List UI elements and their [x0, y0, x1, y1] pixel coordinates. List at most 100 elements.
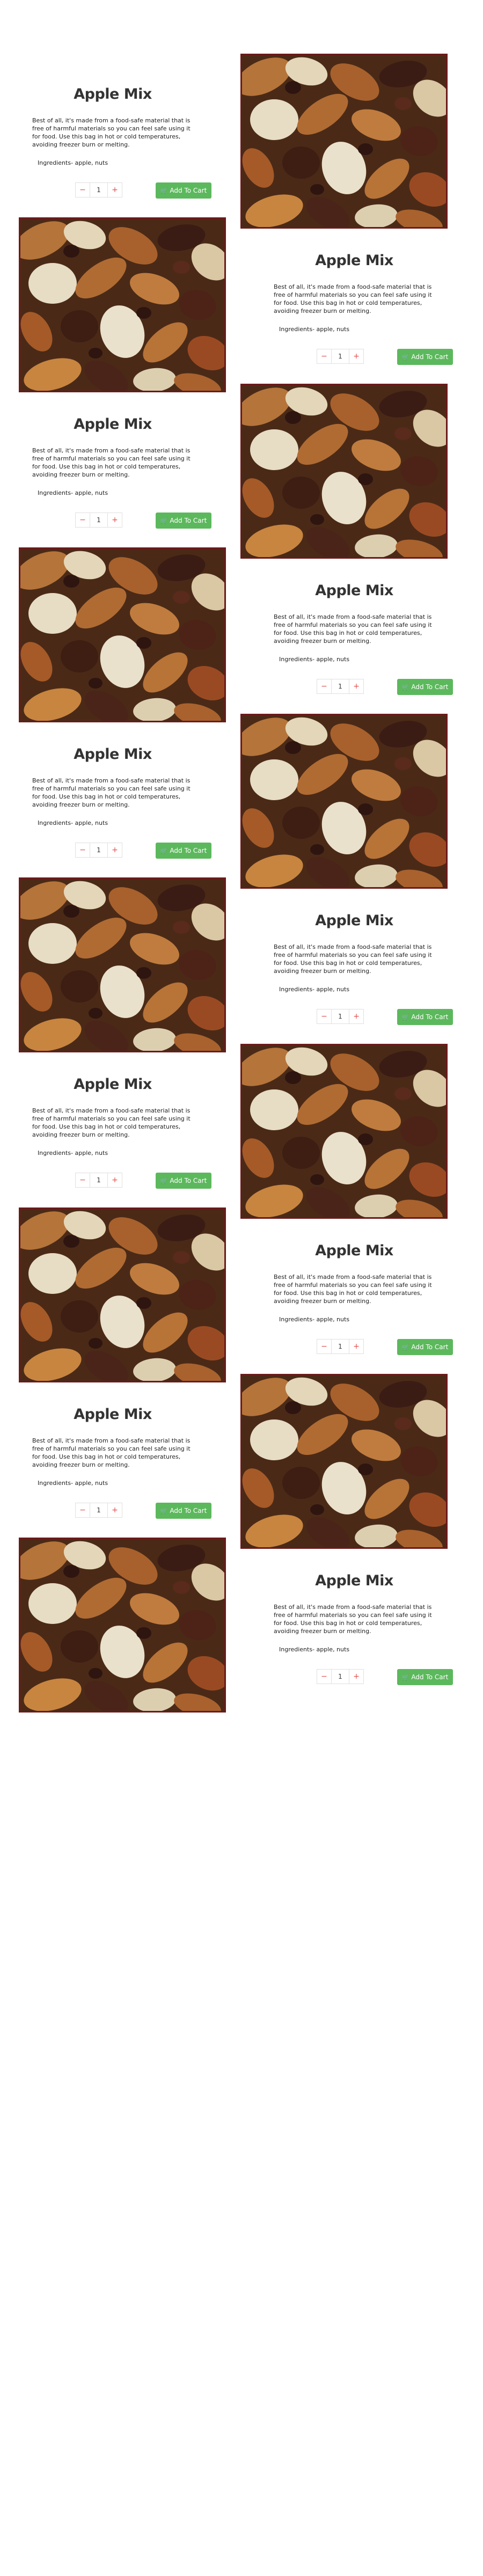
- product-image: [240, 1044, 448, 1219]
- product-title: Apple Mix: [74, 1076, 152, 1093]
- add-to-cart-label: Add To Cart: [411, 1343, 449, 1351]
- purchase-controls: − 1 + 🛒 Add To Cart: [32, 182, 211, 199]
- shopping-cart-icon: 🛒: [401, 1674, 409, 1681]
- quantity-input[interactable]: 1: [90, 1173, 107, 1188]
- product-description: Best of all, it's made from a food-safe …: [274, 283, 432, 314]
- product-ingredients: Ingredients- apple, nuts: [38, 819, 108, 826]
- decrease-quantity-button[interactable]: −: [75, 1503, 90, 1518]
- increase-quantity-button[interactable]: +: [107, 843, 122, 858]
- quantity-stepper: − 1 +: [75, 513, 122, 528]
- product-info: Apple Mix Best of all, it's made from a …: [32, 746, 211, 859]
- product-info: Apple Mix Best of all, it's made from a …: [32, 1406, 211, 1519]
- product-card: Apple Mix Best of all, it's made from a …: [0, 1532, 483, 1725]
- decrease-quantity-button[interactable]: −: [75, 843, 90, 858]
- product-image: [19, 1538, 226, 1713]
- shopping-cart-icon: 🛒: [401, 684, 409, 691]
- decrease-quantity-button[interactable]: −: [75, 1173, 90, 1188]
- product-info: Apple Mix Best of all, it's made from a …: [32, 416, 211, 529]
- quantity-stepper: − 1 +: [75, 1503, 122, 1518]
- quantity-input[interactable]: 1: [90, 843, 107, 858]
- product-info: Apple Mix Best of all, it's made from a …: [274, 1572, 453, 1685]
- quantity-input[interactable]: 1: [90, 513, 107, 528]
- product-description: Best of all, it's made from a food-safe …: [32, 117, 191, 148]
- purchase-controls: − 1 + 🛒 Add To Cart: [274, 1669, 453, 1685]
- increase-quantity-button[interactable]: +: [349, 1009, 364, 1024]
- decrease-quantity-button[interactable]: −: [317, 1009, 332, 1024]
- add-to-cart-button[interactable]: 🛒 Add To Cart: [397, 349, 453, 365]
- decrease-quantity-button[interactable]: −: [317, 349, 332, 364]
- product-image: [240, 714, 448, 889]
- add-to-cart-button[interactable]: 🛒 Add To Cart: [397, 1009, 453, 1025]
- product-info: Apple Mix Best of all, it's made from a …: [274, 582, 453, 695]
- trail-mix-photo: [20, 1209, 224, 1381]
- trail-mix-photo: [242, 385, 446, 557]
- increase-quantity-button[interactable]: +: [349, 1339, 364, 1354]
- product-card: Apple Mix Best of all, it's made from a …: [0, 1202, 483, 1395]
- product-title: Apple Mix: [74, 746, 152, 763]
- add-to-cart-button[interactable]: 🛒 Add To Cart: [156, 513, 211, 529]
- product-ingredients: Ingredients- apple, nuts: [279, 656, 350, 663]
- shopping-cart-icon: 🛒: [160, 187, 168, 194]
- product-image: [240, 1374, 448, 1549]
- quantity-stepper: − 1 +: [317, 1669, 364, 1684]
- purchase-controls: − 1 + 🛒 Add To Cart: [32, 513, 211, 529]
- purchase-controls: − 1 + 🛒 Add To Cart: [274, 1339, 453, 1355]
- add-to-cart-label: Add To Cart: [170, 847, 207, 854]
- shopping-cart-icon: 🛒: [401, 1344, 409, 1351]
- decrease-quantity-button[interactable]: −: [75, 513, 90, 528]
- product-description: Best of all, it's made from a food-safe …: [32, 777, 191, 808]
- add-to-cart-button[interactable]: 🛒 Add To Cart: [397, 1339, 453, 1355]
- quantity-input[interactable]: 1: [90, 1503, 107, 1518]
- shopping-cart-icon: 🛒: [160, 847, 168, 854]
- product-title: Apple Mix: [315, 1572, 393, 1589]
- shopping-cart-icon: 🛒: [160, 517, 168, 524]
- increase-quantity-button[interactable]: +: [107, 182, 122, 197]
- product-info: Apple Mix Best of all, it's made from a …: [274, 252, 453, 365]
- increase-quantity-button[interactable]: +: [349, 349, 364, 364]
- decrease-quantity-button[interactable]: −: [317, 1669, 332, 1684]
- quantity-input[interactable]: 1: [332, 679, 349, 694]
- product-ingredients: Ingredients- apple, nuts: [279, 326, 350, 333]
- add-to-cart-label: Add To Cart: [170, 1177, 207, 1184]
- product-title: Apple Mix: [315, 582, 393, 599]
- quantity-stepper: − 1 +: [75, 182, 122, 197]
- add-to-cart-label: Add To Cart: [411, 1013, 449, 1021]
- decrease-quantity-button[interactable]: −: [317, 1339, 332, 1354]
- trail-mix-photo: [242, 1045, 446, 1217]
- add-to-cart-label: Add To Cart: [170, 187, 207, 194]
- product-title: Apple Mix: [74, 1406, 152, 1423]
- product-card: Apple Mix Best of all, it's made from a …: [0, 872, 483, 1065]
- increase-quantity-button[interactable]: +: [349, 1669, 364, 1684]
- add-to-cart-button[interactable]: 🛒 Add To Cart: [156, 1503, 211, 1519]
- product-description: Best of all, it's made from a food-safe …: [32, 1437, 191, 1468]
- quantity-input[interactable]: 1: [332, 349, 349, 364]
- increase-quantity-button[interactable]: +: [349, 679, 364, 694]
- product-image: [240, 384, 448, 559]
- product-info: Apple Mix Best of all, it's made from a …: [274, 912, 453, 1025]
- add-to-cart-button[interactable]: 🛒 Add To Cart: [397, 1669, 453, 1685]
- quantity-input[interactable]: 1: [90, 182, 107, 197]
- add-to-cart-button[interactable]: 🛒 Add To Cart: [397, 679, 453, 695]
- product-info: Apple Mix Best of all, it's made from a …: [274, 1242, 453, 1355]
- increase-quantity-button[interactable]: +: [107, 1173, 122, 1188]
- product-title: Apple Mix: [315, 1242, 393, 1259]
- quantity-input[interactable]: 1: [332, 1339, 349, 1354]
- increase-quantity-button[interactable]: +: [107, 513, 122, 528]
- decrease-quantity-button[interactable]: −: [317, 679, 332, 694]
- product-image: [19, 1208, 226, 1382]
- quantity-input[interactable]: 1: [332, 1669, 349, 1684]
- add-to-cart-button[interactable]: 🛒 Add To Cart: [156, 843, 211, 859]
- add-to-cart-label: Add To Cart: [411, 683, 449, 691]
- product-ingredients: Ingredients- apple, nuts: [38, 489, 108, 496]
- product-card: Apple Mix Best of all, it's made from a …: [0, 212, 483, 405]
- add-to-cart-button[interactable]: 🛒 Add To Cart: [156, 182, 211, 199]
- increase-quantity-button[interactable]: +: [107, 1503, 122, 1518]
- purchase-controls: − 1 + 🛒 Add To Cart: [274, 349, 453, 365]
- add-to-cart-button[interactable]: 🛒 Add To Cart: [156, 1173, 211, 1189]
- quantity-stepper: − 1 +: [317, 1009, 364, 1024]
- product-description: Best of all, it's made from a food-safe …: [32, 1107, 191, 1138]
- quantity-input[interactable]: 1: [332, 1009, 349, 1024]
- quantity-stepper: − 1 +: [75, 843, 122, 858]
- purchase-controls: − 1 + 🛒 Add To Cart: [32, 1173, 211, 1189]
- decrease-quantity-button[interactable]: −: [75, 182, 90, 197]
